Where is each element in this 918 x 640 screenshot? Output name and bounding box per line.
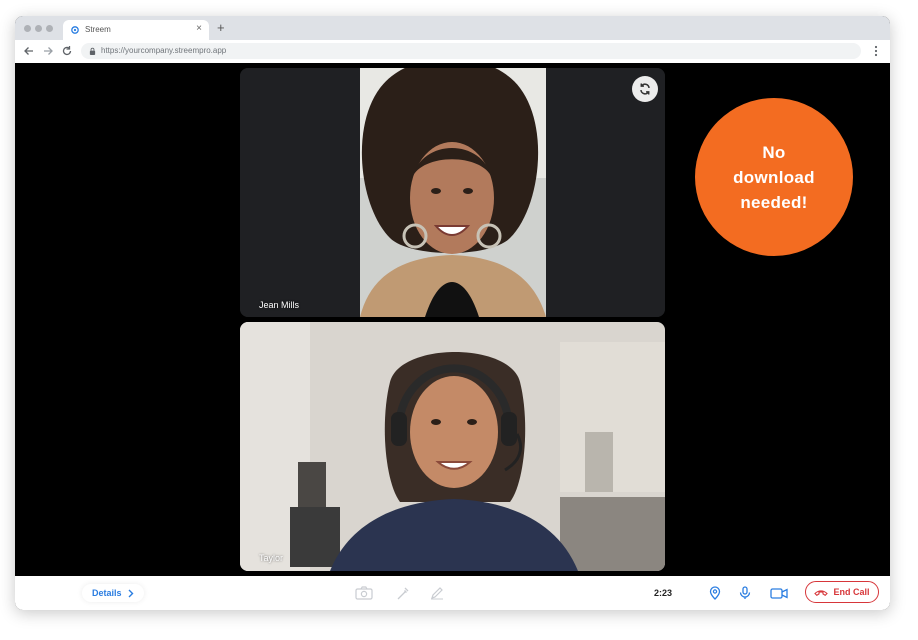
maximize-window-dot[interactable] [46, 25, 53, 32]
microphone-icon[interactable] [737, 586, 753, 600]
back-arrow-icon[interactable] [23, 45, 35, 57]
participant-video [240, 68, 665, 317]
video-camera-icon[interactable] [770, 586, 788, 600]
promo-badge: No download needed! [695, 98, 853, 256]
pencil-icon[interactable] [429, 586, 445, 600]
tab-strip: Streem × + [15, 16, 890, 40]
badge-line: needed! [740, 192, 808, 212]
reload-icon[interactable] [61, 45, 73, 57]
call-controls-bar: Details 2:23 End Call [15, 576, 890, 610]
close-tab-icon[interactable]: × [196, 23, 202, 35]
forward-arrow-icon[interactable] [42, 45, 54, 57]
plus-icon[interactable]: + [217, 21, 225, 35]
call-stage: Jean Mills Taylor No download needed! [15, 63, 890, 576]
chevron-right-icon [128, 589, 134, 597]
url-text: https://yourcompany.streempro.app [101, 46, 227, 55]
participant-name: Jean Mills [259, 300, 300, 310]
close-window-dot[interactable] [24, 25, 31, 32]
end-call-label: End Call [833, 587, 870, 597]
call-timer: 2:23 [654, 588, 673, 598]
participant-tile: Jean Mills [240, 68, 665, 317]
details-label: Details [92, 588, 122, 598]
more-vert-icon[interactable] [874, 44, 878, 58]
minimize-window-dot[interactable] [35, 25, 42, 32]
switch-camera-button[interactable] [632, 76, 658, 102]
hang-up-icon [814, 590, 829, 596]
badge-line: No [762, 142, 786, 162]
browser-toolbar: https://yourcompany.streempro.app [15, 40, 890, 64]
tab-title: Streem [85, 25, 111, 34]
participant-name: Taylor [259, 553, 284, 563]
details-button[interactable]: Details [82, 584, 144, 602]
badge-line: download [733, 167, 815, 187]
lock-icon [89, 47, 96, 55]
end-call-button[interactable]: End Call [805, 581, 879, 603]
window-controls [24, 25, 53, 32]
camera-icon[interactable] [355, 586, 373, 600]
location-pin-icon[interactable] [707, 586, 723, 600]
participant-tile: Taylor [240, 322, 665, 571]
switch-camera-icon [640, 83, 650, 95]
browser-window: Streem × + https://yourcompany.streempro… [15, 16, 890, 610]
streem-favicon-icon [71, 26, 79, 34]
eyedropper-icon[interactable] [395, 586, 411, 600]
participant-video [240, 322, 665, 571]
address-bar[interactable]: https://yourcompany.streempro.app [81, 43, 861, 59]
browser-tab[interactable]: Streem × [63, 20, 209, 40]
